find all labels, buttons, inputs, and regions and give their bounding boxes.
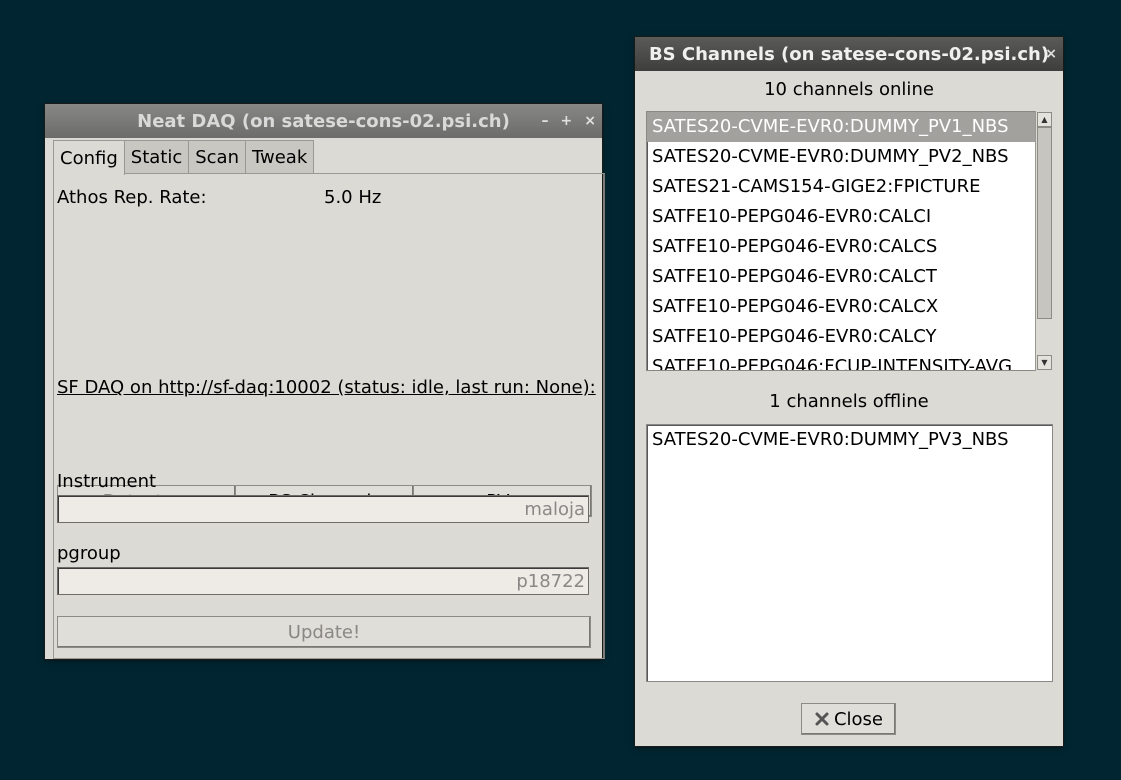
- online-channel-item[interactable]: SATFE10-PEPG046-EVR0:CALCY: [647, 322, 1035, 352]
- tab-bar: Config Static Scan Tweak: [53, 140, 315, 175]
- tab-static[interactable]: Static: [123, 140, 190, 173]
- neat-daq-titlebar[interactable]: Neat DAQ (on satese-cons-02.psi.ch) – + …: [45, 104, 602, 138]
- minimize-button[interactable]: –: [542, 113, 549, 129]
- update-button[interactable]: Update!: [57, 616, 591, 648]
- scroll-up-icon[interactable]: ▲: [1037, 112, 1052, 127]
- online-channel-list[interactable]: SATES20-CVME-EVR0:DUMMY_PV1_NBS SATES20-C…: [646, 111, 1036, 371]
- pgroup-field[interactable]: p18722: [57, 567, 589, 595]
- close-button[interactable]: ×: [1045, 46, 1057, 62]
- online-channel-item[interactable]: SATES20-CVME-EVR0:DUMMY_PV1_NBS: [647, 112, 1035, 142]
- online-channel-item[interactable]: SATFE10-PEPG046-EVR0:CALCX: [647, 292, 1035, 322]
- offline-channel-item[interactable]: SATES20-CVME-EVR0:DUMMY_PV3_NBS: [647, 425, 1052, 455]
- pgroup-label: pgroup: [57, 543, 121, 564]
- scroll-thumb[interactable]: [1037, 127, 1052, 319]
- close-button[interactable]: ×: [584, 113, 596, 129]
- tab-config[interactable]: Config: [53, 140, 125, 175]
- online-channel-item[interactable]: SATFE10-PEPG046-EVR0:CALCS: [647, 232, 1035, 262]
- instrument-label: Instrument: [57, 471, 157, 492]
- online-channel-item[interactable]: SATES21-CAMS154-GIGE2:FPICTURE: [647, 172, 1035, 202]
- neat-daq-window: Neat DAQ (on satese-cons-02.psi.ch) – + …: [45, 104, 605, 659]
- x-icon: [814, 711, 830, 727]
- neat-daq-title: Neat DAQ (on satese-cons-02.psi.ch): [137, 110, 510, 132]
- rep-rate-label: Athos Rep. Rate:: [57, 187, 207, 208]
- bs-channels-title: BS Channels (on satese-cons-02.psi.ch): [648, 43, 1050, 65]
- bs-channels-window: BS Channels (on satese-cons-02.psi.ch) ×…: [635, 37, 1063, 746]
- offline-heading: 1 channels offline: [769, 391, 929, 412]
- maximize-button[interactable]: +: [561, 113, 573, 129]
- config-panel: Athos Rep. Rate: 5.0 Hz SF DAQ on http:/…: [53, 173, 605, 659]
- online-channel-item[interactable]: SATFE10-PEPG046-EVR0:CALCT: [647, 262, 1035, 292]
- tab-tweak[interactable]: Tweak: [245, 140, 315, 173]
- online-list-scrollbar[interactable]: ▲ ▼: [1035, 111, 1053, 371]
- close-label: Close: [833, 708, 884, 730]
- online-heading: 10 channels online: [764, 79, 934, 100]
- online-channel-item[interactable]: SATFE10-PEPG046-EVR0:CALCI: [647, 202, 1035, 232]
- scroll-down-icon[interactable]: ▼: [1037, 355, 1052, 370]
- online-channel-item[interactable]: SATES20-CVME-EVR0:DUMMY_PV2_NBS: [647, 142, 1035, 172]
- bs-channels-titlebar[interactable]: BS Channels (on satese-cons-02.psi.ch) ×: [635, 37, 1063, 71]
- rep-rate-value: 5.0 Hz: [324, 187, 382, 208]
- instrument-field[interactable]: maloja: [57, 495, 589, 523]
- online-channel-item[interactable]: SATFE10-PEPG046:FCUP-INTENSITY-AVG: [647, 352, 1035, 370]
- sfdaq-status-label: SF DAQ on http://sf-daq:10002 (status: i…: [57, 377, 596, 398]
- tab-scan[interactable]: Scan: [188, 140, 246, 173]
- close-dialog-button[interactable]: Close: [801, 703, 896, 735]
- offline-channel-list[interactable]: SATES20-CVME-EVR0:DUMMY_PV3_NBS: [646, 424, 1053, 682]
